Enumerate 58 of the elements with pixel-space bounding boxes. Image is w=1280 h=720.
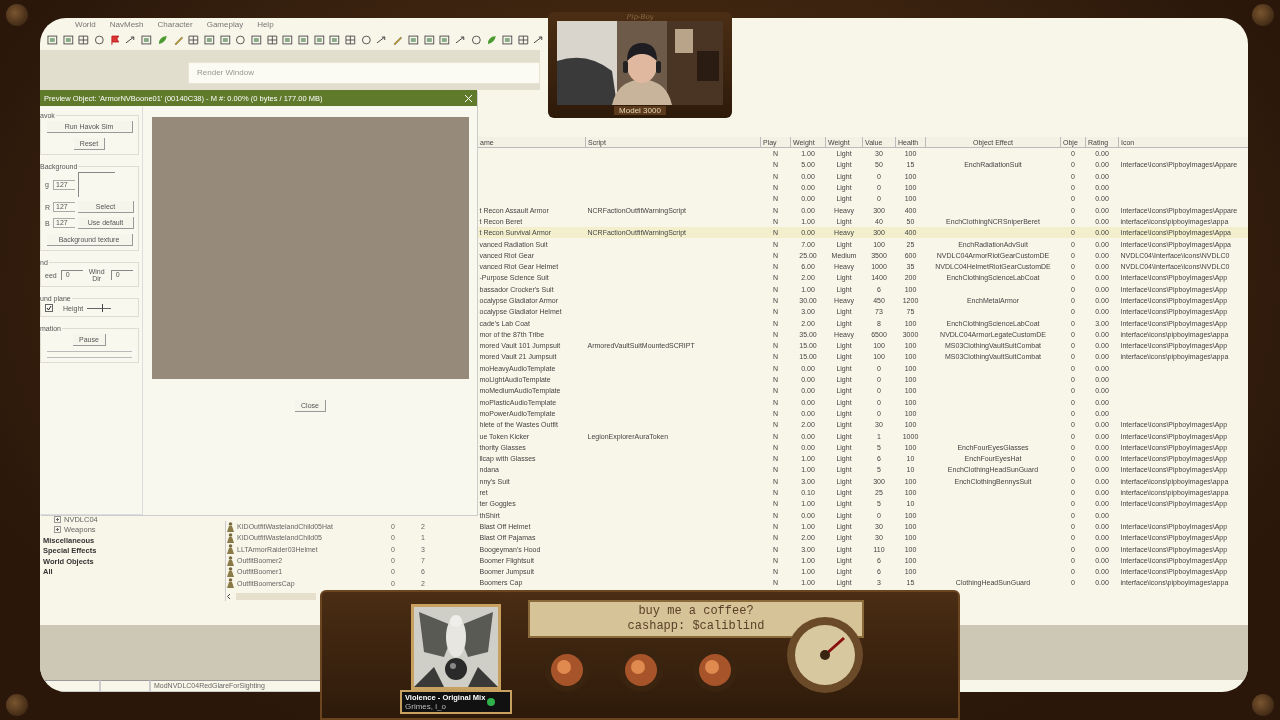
box-icon[interactable] <box>500 34 514 46</box>
circle-icon[interactable] <box>469 34 483 46</box>
leaf-icon[interactable] <box>485 34 498 46</box>
grid-icon[interactable] <box>187 34 200 46</box>
box-icon[interactable] <box>46 34 59 46</box>
circle-icon[interactable] <box>359 34 373 46</box>
menu-item[interactable]: Gameplay <box>206 20 244 31</box>
grid-icon[interactable] <box>265 34 279 46</box>
figure-icon <box>226 578 235 589</box>
webcam-label: Model 3000 <box>614 106 666 115</box>
expand-icon[interactable] <box>54 515 61 523</box>
arrow-icon[interactable] <box>453 34 467 46</box>
pencil-icon[interactable] <box>171 34 185 46</box>
figure-icon <box>226 521 235 532</box>
box-icon[interactable] <box>438 34 451 46</box>
box-icon[interactable] <box>202 34 216 46</box>
grid-icon[interactable] <box>516 34 530 46</box>
screw-icon <box>6 4 28 26</box>
scrollbar-thumb[interactable] <box>236 593 316 600</box>
menu-item[interactable]: World <box>75 20 96 31</box>
box-icon[interactable] <box>249 34 263 46</box>
track-artist: Grimes, i_o <box>405 702 447 711</box>
pencil-icon[interactable] <box>391 34 404 46</box>
status-dot-icon <box>487 698 496 706</box>
box-icon[interactable] <box>312 34 326 46</box>
screw-icon <box>1252 4 1274 26</box>
figure-icon <box>226 532 235 543</box>
sign-text: buy me a coffee? <box>638 604 754 619</box>
box-icon[interactable] <box>61 34 75 46</box>
box-icon[interactable] <box>328 34 342 46</box>
figure-icon <box>226 544 235 555</box>
grid-icon[interactable] <box>77 34 91 46</box>
menu-item[interactable]: NavMesh <box>109 20 144 31</box>
menu-item[interactable]: Character <box>157 20 193 31</box>
menu-item[interactable]: Help <box>257 20 274 31</box>
figure-icon <box>226 555 235 566</box>
box-icon[interactable] <box>297 34 310 46</box>
grid-icon[interactable] <box>344 34 357 46</box>
flag-icon[interactable] <box>108 34 122 46</box>
circle-icon[interactable] <box>93 34 106 46</box>
figure-icon <box>226 566 235 577</box>
arrow-icon[interactable] <box>532 34 545 46</box>
checkbox[interactable] <box>45 304 53 312</box>
status-panel <box>100 680 150 692</box>
expand-icon[interactable] <box>54 526 61 534</box>
box-icon[interactable] <box>218 34 232 46</box>
sign-text: cashapp: $caliblind <box>627 619 765 634</box>
circle-icon[interactable] <box>234 34 247 46</box>
close-icon[interactable] <box>464 93 473 103</box>
screw-icon <box>6 694 28 716</box>
scroll-left-icon[interactable] <box>226 593 232 600</box>
box-icon[interactable] <box>281 34 294 46</box>
box-icon[interactable] <box>140 34 153 46</box>
box-icon[interactable] <box>422 34 436 46</box>
screw-icon <box>1252 694 1274 716</box>
color-swatch <box>78 172 116 197</box>
box-icon[interactable] <box>406 34 420 46</box>
render-window-bar: Render Window <box>188 62 540 84</box>
